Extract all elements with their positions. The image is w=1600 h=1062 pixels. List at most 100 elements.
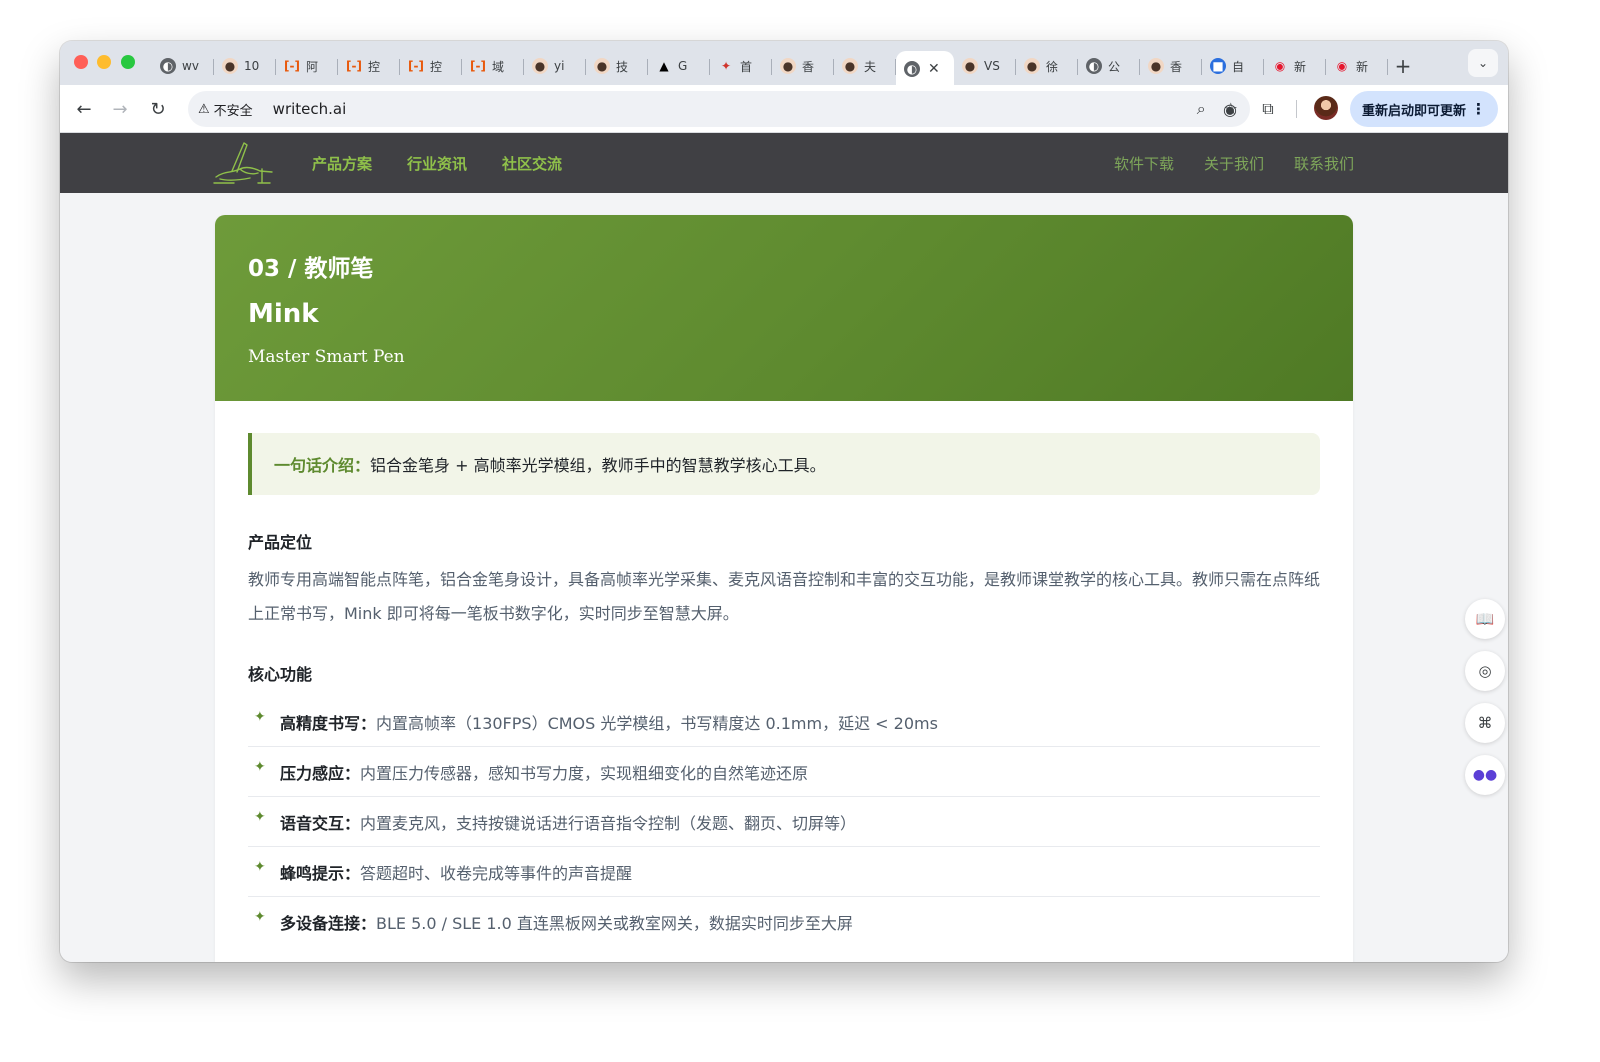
features-heading: 核心功能	[248, 665, 313, 684]
globe-icon: ◐	[160, 58, 176, 74]
nav-link-products[interactable]: 产品方案	[312, 153, 372, 174]
feature-name: 高精度书写：	[280, 713, 377, 733]
security-label: 不安全	[213, 103, 253, 119]
one-line-intro-text: 铝合金笔身 + 高帧率光学模组，教师手中的智慧教学核心工具。	[370, 456, 826, 475]
tab-title: wv	[182, 59, 199, 73]
nav-link-about[interactable]: 关于我们	[1204, 153, 1264, 174]
nav-link-news[interactable]: 行业资讯	[407, 153, 467, 174]
feature-desc: 内置压力传感器，感知书写力度，实现粗细变化的自然笔迹还原	[360, 763, 809, 783]
new-tab-button[interactable]: +	[1388, 51, 1418, 81]
browser-tab[interactable]: ◐ ✕	[896, 51, 954, 87]
broadcast-icon[interactable]: ◎	[1465, 651, 1505, 691]
browser-tab[interactable]: ● 徐	[1016, 51, 1078, 81]
arrow-left-icon: ←	[76, 98, 92, 120]
extensions-puzzle-icon[interactable]: ⧉	[1256, 97, 1280, 121]
tab-title: 香	[802, 59, 815, 74]
browser-tab[interactable]: [-] 控	[400, 51, 462, 81]
zoom-icon[interactable]: ⌕	[1197, 99, 1206, 119]
browser-tab[interactable]: ● 香	[1140, 51, 1202, 81]
code-bracket-icon: [-]	[408, 59, 424, 73]
feature-name: 语音交互：	[280, 813, 361, 833]
sparkle-icon: ✦	[254, 758, 266, 775]
tab-title: 10	[244, 59, 260, 73]
blue-square-icon: ■	[1210, 58, 1226, 74]
browser-tab[interactable]: ◐ wv	[152, 51, 214, 81]
close-window-button[interactable]	[74, 55, 88, 69]
feature-item: ✦ 语音交互： 内置麦克风，支持按键说话进行语音指令控制（发题、翻页、切屏等）	[248, 797, 1320, 847]
floating-toolbar: 📖 ◎ ⌘ ●●	[1462, 599, 1508, 807]
browser-tab[interactable]: ■ 自	[1202, 51, 1264, 81]
feature-list: ✦ 高精度书写： 内置高帧率（130FPS）CMOS 光学模组，书写精度达 0.1m…	[248, 697, 1320, 947]
security-indicator[interactable]: ⚠ 不安全	[198, 100, 263, 119]
maximize-window-button[interactable]	[121, 55, 135, 69]
feature-item: ✦ 多设备连接： BLE 5.0 / SLE 1.0 直连黑板网关或教室网关，数据实…	[248, 897, 1320, 947]
code-bracket-icon: [-]	[470, 59, 486, 73]
minimize-window-button[interactable]	[97, 55, 111, 69]
tab-title: 徐	[1046, 59, 1059, 74]
nav-link-community[interactable]: 社区交流	[502, 153, 562, 174]
tab-title: 新	[1294, 59, 1307, 74]
tab-search-button[interactable]: ⌄	[1468, 49, 1498, 77]
one-line-intro: 一句话介绍： 铝合金笔身 + 高帧率光学模组，教师手中的智慧教学核心工具。	[248, 433, 1320, 495]
browser-tab[interactable]: [-] 控	[338, 51, 400, 81]
profile-avatar[interactable]	[1314, 96, 1338, 120]
feature-name: 多设备连接：	[280, 914, 377, 933]
browser-tab[interactable]: ✦ 首	[710, 51, 772, 81]
browser-toolbar: ← → ↻ ⚠ 不安全 writech.ai ⌕ ☆ ◉ ⧉ 重新启动即可更新 …	[60, 85, 1508, 133]
weibo-icon: ◉	[1336, 59, 1348, 73]
browser-tab[interactable]: [-] 域	[462, 51, 524, 81]
product-hero: 03 / 教师笔 Mink Master Smart Pen	[215, 215, 1353, 401]
close-tab-icon[interactable]: ✕	[928, 61, 940, 77]
forward-button[interactable]: →	[108, 97, 132, 121]
tab-title: VS	[984, 59, 1000, 73]
browser-window: ◐ wv ● 10 [-] 阿 [-] 控 [-] 控 [-] 域 ● yi ● 技 ▲ G ✦ 首 ● 香 ● 夫 ◐ ✕ ● VS…	[60, 41, 1508, 962]
browser-tab[interactable]: ▲ G	[648, 51, 710, 81]
nav-link-download[interactable]: 软件下载	[1114, 153, 1174, 174]
red-logo-icon: ✦	[720, 59, 732, 73]
chevron-down-icon: ⌄	[1477, 56, 1489, 70]
tab-title: yi	[554, 59, 565, 73]
browser-tab[interactable]: ● VS	[954, 51, 1016, 81]
tab-title: 控	[430, 59, 443, 74]
code-bracket-icon: [-]	[284, 59, 300, 73]
url-text[interactable]: writech.ai	[273, 100, 347, 118]
back-button[interactable]: ←	[72, 97, 96, 121]
browser-tab[interactable]: ◐ 公	[1078, 51, 1140, 81]
browser-tab[interactable]: ● 技	[586, 51, 648, 81]
feature-desc: 内置麦克风，支持按键说话进行语音指令控制（发题、翻页、切屏等）	[360, 813, 857, 833]
tab-title: 公	[1108, 59, 1121, 74]
tab-title: 自	[1232, 59, 1245, 74]
code-bracket-icon: [-]	[346, 59, 362, 73]
tab-title: 阿	[306, 59, 319, 74]
tab-title: 夫	[864, 59, 877, 74]
browser-tab[interactable]: [-] 阿	[276, 51, 338, 81]
browser-tab[interactable]: ● 香	[772, 51, 834, 81]
weibo-icon: ◉	[1274, 59, 1286, 73]
apps-grid-icon[interactable]: ⌘	[1465, 703, 1505, 743]
avatar-icon: ●	[222, 58, 238, 74]
site-navbar: 产品方案 行业资讯 社区交流 软件下载 关于我们 联系我们	[60, 133, 1508, 193]
nav-link-contact[interactable]: 联系我们	[1294, 153, 1354, 174]
browser-tab[interactable]: ◉ 新	[1264, 51, 1326, 81]
book-icon[interactable]: 📖	[1465, 599, 1505, 639]
feature-item: ✦ 蜂鸣提示： 答题超时、收卷完成等事件的声音提醒	[248, 847, 1320, 897]
tab-list: ◐ wv ● 10 [-] 阿 [-] 控 [-] 控 [-] 域 ● yi ● 技 ▲ G ✦ 首 ● 香 ● 夫 ◐ ✕ ● VS…	[152, 47, 1418, 87]
relaunch-update-button[interactable]: 重新启动即可更新 ⋮	[1350, 91, 1498, 127]
ai-assistant-extension-icon[interactable]: ◉	[1218, 97, 1242, 121]
pen-hand-logo[interactable]	[210, 139, 280, 187]
browser-tab[interactable]: ● yi	[524, 51, 586, 81]
more-menu-icon[interactable]: ⋮	[1471, 100, 1486, 118]
browser-tab[interactable]: ● 10	[214, 51, 276, 81]
sparkle-icon: ✦	[254, 858, 266, 875]
avatar-icon: ●	[1024, 58, 1040, 74]
feature-name: 压力感应：	[280, 763, 361, 783]
feature-name: 蜂鸣提示：	[280, 863, 361, 883]
browser-tab[interactable]: ● 夫	[834, 51, 896, 81]
address-bar[interactable]: ⚠ 不安全 writech.ai ⌕ ☆	[188, 91, 1250, 127]
ai-assistant-icon[interactable]: ●●	[1465, 755, 1505, 795]
sparkle-icon: ✦	[254, 909, 266, 925]
update-label: 重新启动即可更新	[1362, 103, 1467, 119]
product-name: Mink	[248, 299, 319, 329]
browser-tab[interactable]: ◉ 新	[1326, 51, 1388, 81]
reload-button[interactable]: ↻	[146, 97, 170, 121]
